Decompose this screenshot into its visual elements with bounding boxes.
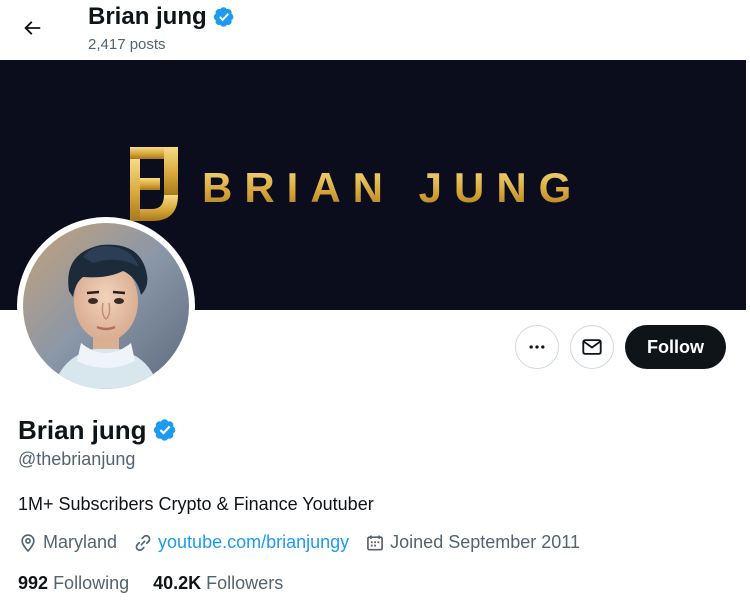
calendar-icon bbox=[367, 535, 384, 550]
more-icon bbox=[529, 345, 545, 349]
message-button[interactable] bbox=[570, 325, 614, 369]
brand-logo-icon bbox=[130, 147, 178, 221]
following-label: Following bbox=[53, 573, 130, 593]
back-button[interactable] bbox=[14, 10, 50, 46]
profile-bio: 1M+ Subscribers Crypto & Finance Youtube… bbox=[18, 494, 374, 514]
profile-header: Brian jung 2,417 posts bbox=[0, 0, 746, 60]
banner-brand-text: BRIAN JUNG bbox=[202, 164, 584, 211]
header-name-text: Brian jung bbox=[88, 3, 207, 30]
joined-item: Joined September 2011 bbox=[365, 532, 580, 553]
verified-badge-icon bbox=[213, 6, 235, 28]
profile-name-text: Brian jung bbox=[18, 415, 147, 445]
message-icon bbox=[582, 339, 602, 355]
followers-link[interactable]: 40.2K Followers bbox=[153, 573, 283, 594]
follow-button[interactable]: Follow bbox=[625, 325, 726, 369]
profile-meta: Maryland youtube.com/brianjungy Joined S… bbox=[18, 532, 580, 553]
location-text: Maryland bbox=[43, 532, 118, 552]
link-icon bbox=[135, 534, 151, 551]
joined-text: Joined September 2011 bbox=[390, 532, 580, 552]
following-link[interactable]: 992 Following bbox=[18, 573, 129, 594]
profile-handle: @thebrianjung bbox=[18, 449, 136, 469]
post-count: 2,417 posts bbox=[88, 36, 166, 53]
verified-badge-icon[interactable] bbox=[153, 418, 177, 442]
profile-actions: Follow bbox=[515, 325, 726, 369]
avatar-image bbox=[23, 223, 189, 389]
followers-count: 40.2K bbox=[153, 573, 202, 593]
location-icon bbox=[21, 533, 35, 552]
avatar[interactable] bbox=[17, 217, 195, 395]
back-arrow-icon bbox=[24, 21, 41, 35]
more-button[interactable] bbox=[515, 325, 559, 369]
website-item: youtube.com/brianjungy bbox=[133, 532, 349, 553]
profile-name: Brian jung bbox=[18, 414, 177, 446]
header-title: Brian jung bbox=[88, 2, 235, 32]
profile-stats: 992 Following 40.2K Followers bbox=[18, 573, 307, 594]
location-item: Maryland bbox=[18, 532, 117, 553]
website-link[interactable]: youtube.com/brianjungy bbox=[158, 532, 349, 553]
followers-label: Followers bbox=[206, 573, 284, 593]
following-count: 992 bbox=[18, 573, 49, 593]
